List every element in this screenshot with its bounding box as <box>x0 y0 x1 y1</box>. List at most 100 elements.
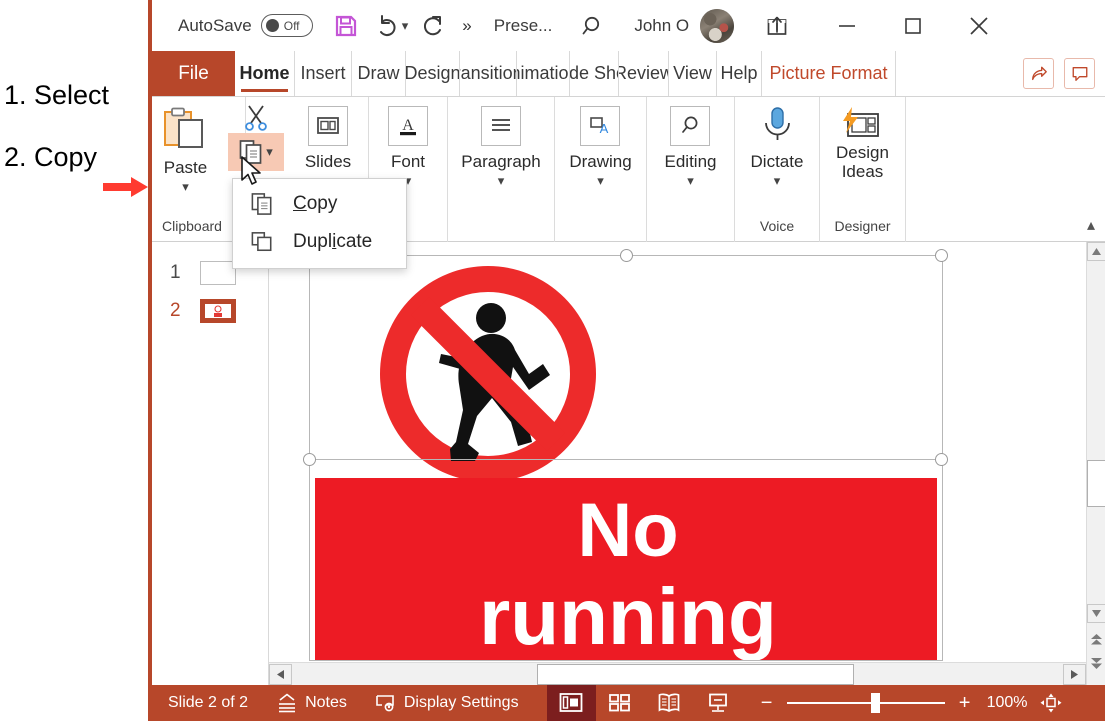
tab-home[interactable]: Home <box>235 51 295 96</box>
search-icon[interactable] <box>576 9 610 43</box>
tab-file[interactable]: File <box>152 51 235 96</box>
design-ideas-label-2: Ideas <box>841 161 884 181</box>
previous-slide-button[interactable] <box>1087 630 1105 649</box>
copy-chevron-down-icon[interactable]: ▾ <box>266 144 273 160</box>
resize-handle-top-right[interactable] <box>935 249 948 262</box>
minimize-button[interactable] <box>830 9 864 43</box>
copy-icon <box>251 193 272 215</box>
display-settings-button[interactable]: Display Settings <box>375 692 519 714</box>
undo-chevron-down-icon[interactable]: ▾ <box>402 18 409 34</box>
tab-view[interactable]: View <box>669 51 717 96</box>
ribbon-group-paragraph: Paragraph ▾ <box>448 97 555 242</box>
zoom-in-button[interactable]: + <box>955 692 975 715</box>
thumbnail-preview[interactable] <box>200 299 236 323</box>
close-icon[interactable] <box>962 9 996 43</box>
powerpoint-window: AutoSave Off ▾ » Prese... John O File Ho… <box>148 0 1105 721</box>
zoom-level-label[interactable]: 100% <box>987 694 1031 712</box>
paste-button[interactable]: Paste ▾ <box>156 103 216 195</box>
tab-picture-format[interactable]: Picture Format <box>762 51 896 96</box>
comments-icon[interactable] <box>1064 58 1095 89</box>
tab-slide-show[interactable]: Slide Show <box>570 51 619 96</box>
slide-count-label[interactable]: Slide 2 of 2 <box>168 694 248 712</box>
drawing-button[interactable]: A Drawing ▾ <box>563 103 637 189</box>
design-ideas-button[interactable]: Design Ideas <box>830 103 895 181</box>
undo-icon[interactable] <box>371 9 405 43</box>
vertical-scrollbar[interactable] <box>1086 242 1105 685</box>
zoom-slider[interactable] <box>786 693 945 713</box>
avatar[interactable] <box>700 8 735 43</box>
copy-button[interactable]: ▾ <box>228 133 284 171</box>
slides-icon <box>308 106 348 146</box>
slide-show-button[interactable] <box>694 685 743 721</box>
resize-handle-middle-left[interactable] <box>303 453 316 466</box>
fit-to-window-icon <box>1040 693 1062 713</box>
redo-icon[interactable] <box>416 9 450 43</box>
font-button[interactable]: A Font ▾ <box>382 103 434 189</box>
next-slide-button[interactable] <box>1087 654 1105 673</box>
drawing-chevron-down-icon[interactable]: ▾ <box>597 173 604 189</box>
account-name[interactable]: John O <box>634 16 689 36</box>
design-ideas-label-1: Design <box>836 143 889 162</box>
save-icon[interactable] <box>329 9 363 43</box>
no-running-sign-image[interactable]: No running <box>310 256 942 660</box>
resize-handle-top-center[interactable] <box>620 249 633 262</box>
autosave-toggle[interactable]: Off <box>260 14 313 37</box>
horizontal-scrollbar-thumb[interactable] <box>537 664 854 685</box>
group-title-voice: Voice <box>759 218 795 234</box>
menu-item-copy[interactable]: Copy <box>233 185 406 223</box>
scroll-right-button[interactable] <box>1063 663 1086 685</box>
menu-item-copy-label: Copy <box>293 193 338 214</box>
slide-canvas[interactable]: No running <box>303 249 948 661</box>
tab-draw[interactable]: Draw <box>352 51 406 96</box>
thumbnail-number: 2 <box>170 300 181 321</box>
zoom-slider-thumb[interactable] <box>870 693 880 713</box>
list-item[interactable]: 2 <box>152 292 268 330</box>
document-title[interactable]: Prese... <box>494 16 553 36</box>
reading-view-button[interactable] <box>645 685 694 721</box>
tab-design[interactable]: Design <box>406 51 460 96</box>
annotation-step-2: 2. Copy <box>4 142 98 172</box>
paragraph-button[interactable]: Paragraph ▾ <box>455 103 546 189</box>
autosave-label: AutoSave <box>178 15 252 35</box>
slide-sorter-icon <box>609 694 630 712</box>
slide-thumbnail-pane[interactable]: 1 2 <box>152 242 269 685</box>
tab-animations[interactable]: Animations <box>517 51 570 96</box>
dictate-button[interactable]: Dictate ▾ <box>745 103 810 189</box>
share-icon[interactable] <box>1023 58 1054 89</box>
tab-bar-right-buttons <box>1013 51 1105 96</box>
normal-view-button[interactable] <box>546 685 596 721</box>
slide-sorter-button[interactable] <box>596 685 645 721</box>
fit-to-window-button[interactable] <box>1039 692 1063 714</box>
vertical-scrollbar-thumb[interactable] <box>1087 460 1105 507</box>
display-settings-label: Display Settings <box>403 694 519 711</box>
editing-button[interactable]: Editing ▾ <box>659 103 723 189</box>
dictate-chevron-down-icon[interactable]: ▾ <box>774 173 781 189</box>
ribbon-group-designer: Design Ideas Designer <box>820 97 906 242</box>
zoom-control: − + 100% <box>757 692 1073 715</box>
share-icon[interactable] <box>760 9 794 43</box>
editing-chevron-down-icon[interactable]: ▾ <box>687 173 694 189</box>
paste-icon <box>163 107 203 148</box>
paragraph-chevron-down-icon[interactable]: ▾ <box>498 173 505 189</box>
horizontal-scrollbar[interactable] <box>269 662 1086 685</box>
paste-label: Paste <box>163 158 208 177</box>
zoom-out-button[interactable]: − <box>757 692 777 715</box>
slide-editing-pane[interactable]: No running <box>269 242 1105 685</box>
chevron-up-icon[interactable]: ▴ <box>1087 215 1095 235</box>
tab-insert[interactable]: Insert <box>295 51 352 96</box>
more-commands-button[interactable]: » <box>462 16 471 36</box>
menu-item-duplicate[interactable]: Duplicate <box>233 223 406 261</box>
maximize-button[interactable] <box>896 9 930 43</box>
notes-button[interactable]: Notes <box>276 692 347 714</box>
cut-button[interactable] <box>228 103 284 133</box>
resize-handle-middle-right[interactable] <box>935 453 948 466</box>
scroll-up-button[interactable] <box>1087 242 1105 261</box>
tab-help[interactable]: Help <box>717 51 762 96</box>
scroll-left-button[interactable] <box>269 663 292 685</box>
thumbnail-preview[interactable] <box>200 261 236 285</box>
scroll-down-button[interactable] <box>1087 604 1105 623</box>
paste-chevron-down-icon[interactable]: ▾ <box>182 179 189 195</box>
tab-review[interactable]: Review <box>619 51 669 96</box>
tab-transitions[interactable]: Transitions <box>460 51 517 96</box>
slides-button[interactable]: Slides <box>299 103 357 172</box>
